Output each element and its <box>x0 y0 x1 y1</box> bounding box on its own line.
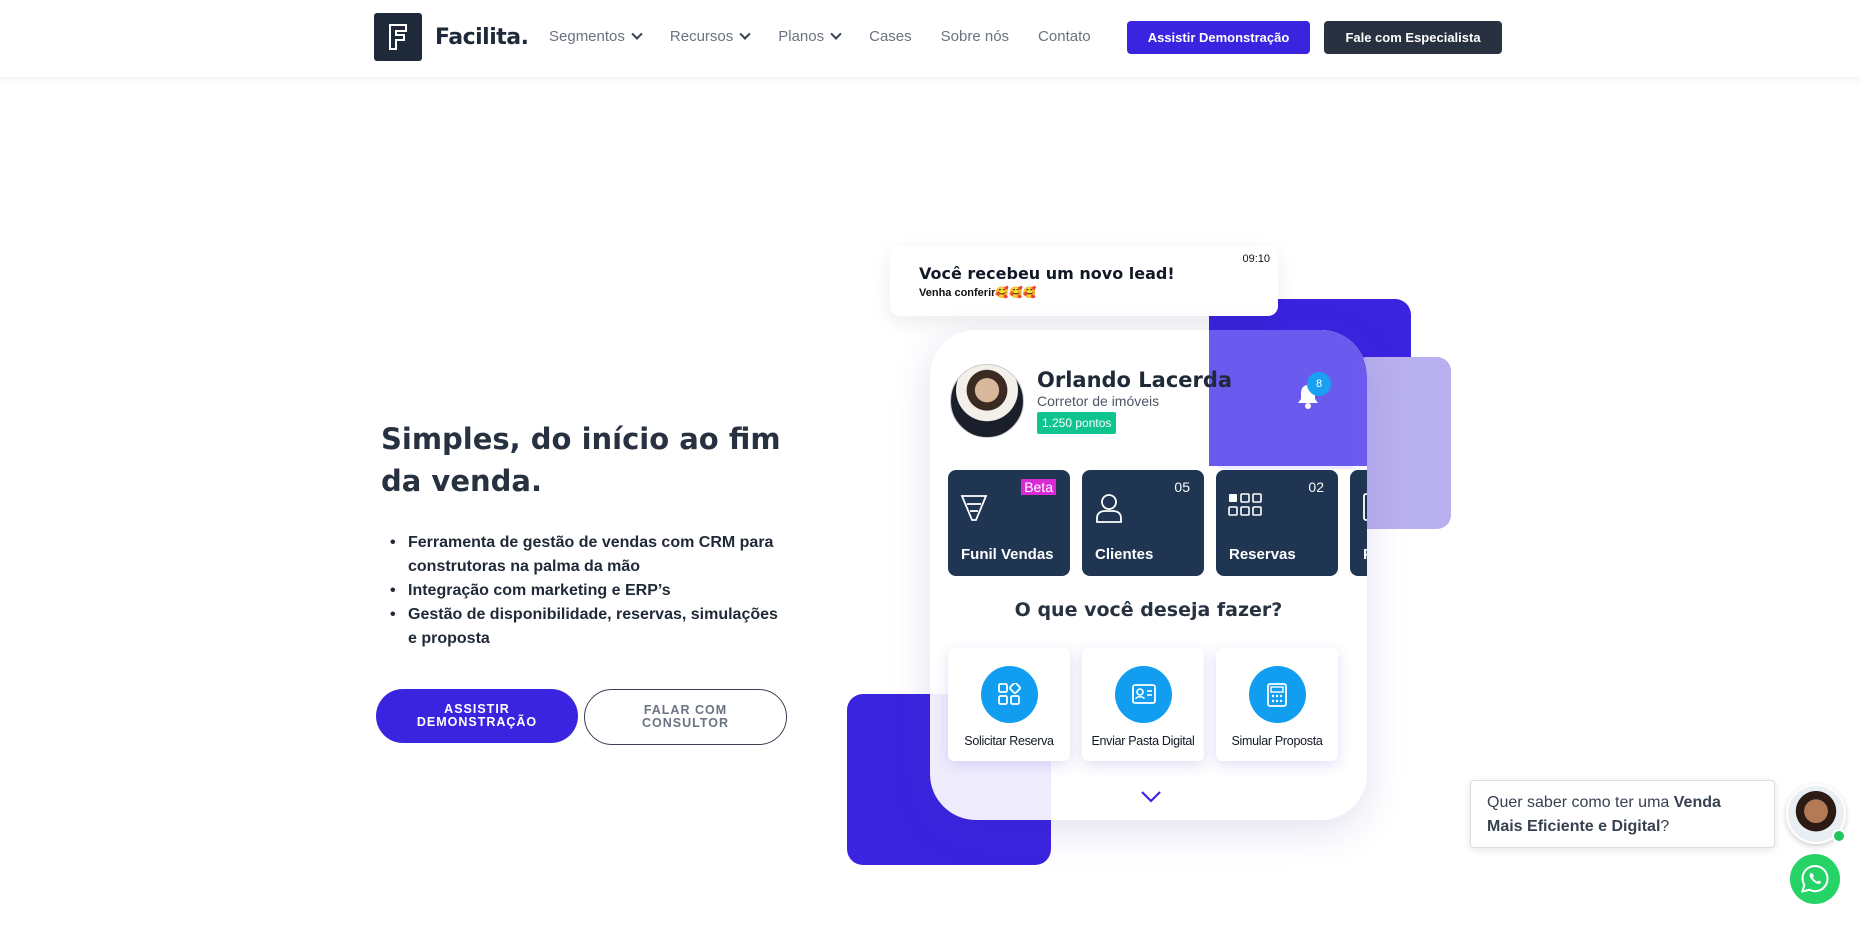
hero-title: Simples, do início ao fim da venda. <box>381 422 781 498</box>
list-item: Ferramenta de gestão de vendas com CRM p… <box>390 531 790 579</box>
decor-overlay <box>1209 330 1367 466</box>
hero-bullets: Ferramenta de gestão de vendas com CRM p… <box>390 531 790 651</box>
chevron-down-icon <box>739 28 751 40</box>
site-header: Facilita. Segmentos Recursos Planos Case… <box>0 0 1862 77</box>
notification-subtitle: Venha conferir🥰🥰🥰 <box>919 287 1037 299</box>
nav-label: Sobre nós <box>940 28 1010 45</box>
tile-label: Reservas <box>1229 546 1296 563</box>
tile-label: P <box>1363 546 1367 563</box>
chevron-down-icon <box>631 28 643 40</box>
demo-button[interactable]: Assistir Demonstração <box>1127 21 1310 54</box>
nav-contato[interactable]: Contato <box>1038 28 1091 45</box>
nav-recursos[interactable]: Recursos <box>669 28 751 45</box>
list-item: Gestão de disponibilidade, reservas, sim… <box>390 603 790 651</box>
action-label: Solicitar Reserva <box>964 734 1054 748</box>
action-enviar-pasta[interactable]: Enviar Pasta Digital <box>1082 648 1204 761</box>
avatar <box>950 364 1024 438</box>
nav-planos[interactable]: Planos <box>778 28 842 45</box>
nav-label: Contato <box>1038 28 1091 45</box>
user-name: Orlando Lacerda <box>1037 368 1233 392</box>
phone-question: O que você deseja fazer? <box>1014 599 1283 621</box>
brand-name: Facilita. <box>435 24 529 50</box>
lead-notification-card: 09:10 Você recebeu um novo lead! Venha c… <box>890 246 1278 316</box>
button-label-line1: FALAR COM <box>643 703 728 717</box>
list-item: Integração com marketing e ERP’s <box>390 579 790 603</box>
whatsapp-icon <box>1801 864 1829 893</box>
watch-demo-button[interactable]: ASSISTIR DEMONSTRAÇÃO <box>376 689 578 743</box>
tile-clientes[interactable]: 05 Clientes <box>1082 470 1204 576</box>
brand-logo[interactable]: Facilita. <box>374 13 529 61</box>
nav-label: Recursos <box>669 28 734 45</box>
funnel-icon <box>960 495 988 521</box>
chevron-down-icon[interactable] <box>1140 790 1162 804</box>
specialist-button[interactable]: Fale com Especialista <box>1324 21 1502 54</box>
action-label: Enviar Pasta Digital <box>1091 734 1195 748</box>
decor-square <box>1353 357 1451 529</box>
nav-label: Segmentos <box>549 28 625 45</box>
nav-label: Cases <box>869 28 912 45</box>
tile-label: Clientes <box>1095 546 1154 563</box>
user-icon <box>1096 494 1122 523</box>
tile-label: Funil Vendas <box>961 546 1054 563</box>
notification-count-badge: 8 <box>1307 372 1331 396</box>
nav-segmentos[interactable]: Segmentos <box>549 28 643 45</box>
points-badge: 1.250 pontos <box>1037 412 1117 434</box>
action-icon-circle <box>1249 666 1306 723</box>
document-icon <box>1363 493 1367 521</box>
tile-reservas[interactable]: 02 Reservas <box>1216 470 1338 576</box>
action-label: Simular Proposta <box>1231 734 1323 748</box>
notification-title: Você recebeu um novo lead! <box>919 264 1175 283</box>
phone-mockup: Orlando Lacerda Corretor de imóveis 1.25… <box>930 330 1367 820</box>
logo-mark-icon <box>374 13 422 61</box>
nav-sobre-nos[interactable]: Sobre nós <box>941 28 1009 45</box>
user-role: Corretor de imóveis <box>1037 393 1160 409</box>
nav-cases[interactable]: Cases <box>869 28 912 45</box>
action-solicitar-reserva[interactable]: Solicitar Reserva <box>948 648 1070 761</box>
talk-consultant-button[interactable]: FALAR COM CONSULTOR <box>584 689 787 745</box>
main-nav: Segmentos Recursos Planos Cases Sobre nó… <box>549 28 1120 45</box>
tile-partial[interactable]: P <box>1350 470 1367 576</box>
nav-label: Planos <box>778 28 825 45</box>
tile-count: 05 <box>1174 479 1190 495</box>
chat-text: Quer saber como ter uma <box>1487 794 1674 811</box>
button-label-line2: DEMONSTRAÇÃO <box>416 715 538 729</box>
tile-count: 02 <box>1308 479 1324 495</box>
button-label-line2: CONSULTOR <box>641 716 729 730</box>
online-status-icon <box>1832 829 1846 843</box>
action-simular-proposta[interactable]: Simular Proposta <box>1216 648 1338 761</box>
chat-text: ? <box>1660 818 1670 835</box>
chevron-down-icon <box>830 28 842 40</box>
apps-icon <box>998 683 1021 705</box>
chat-prompt-bubble[interactable]: Quer saber como ter uma Venda Mais Efici… <box>1470 780 1775 848</box>
id-card-icon <box>1132 684 1156 704</box>
grid-icon <box>1228 493 1262 516</box>
action-icon-circle <box>1115 666 1172 723</box>
tile-funil-vendas[interactable]: Beta Funil Vendas <box>948 470 1070 576</box>
notification-time: 09:10 <box>1242 253 1270 265</box>
calculator-icon <box>1267 683 1287 707</box>
beta-badge: Beta <box>1021 479 1056 495</box>
whatsapp-button[interactable] <box>1790 854 1840 904</box>
button-label-line1: ASSISTIR <box>444 702 510 716</box>
action-icon-circle <box>981 666 1038 723</box>
